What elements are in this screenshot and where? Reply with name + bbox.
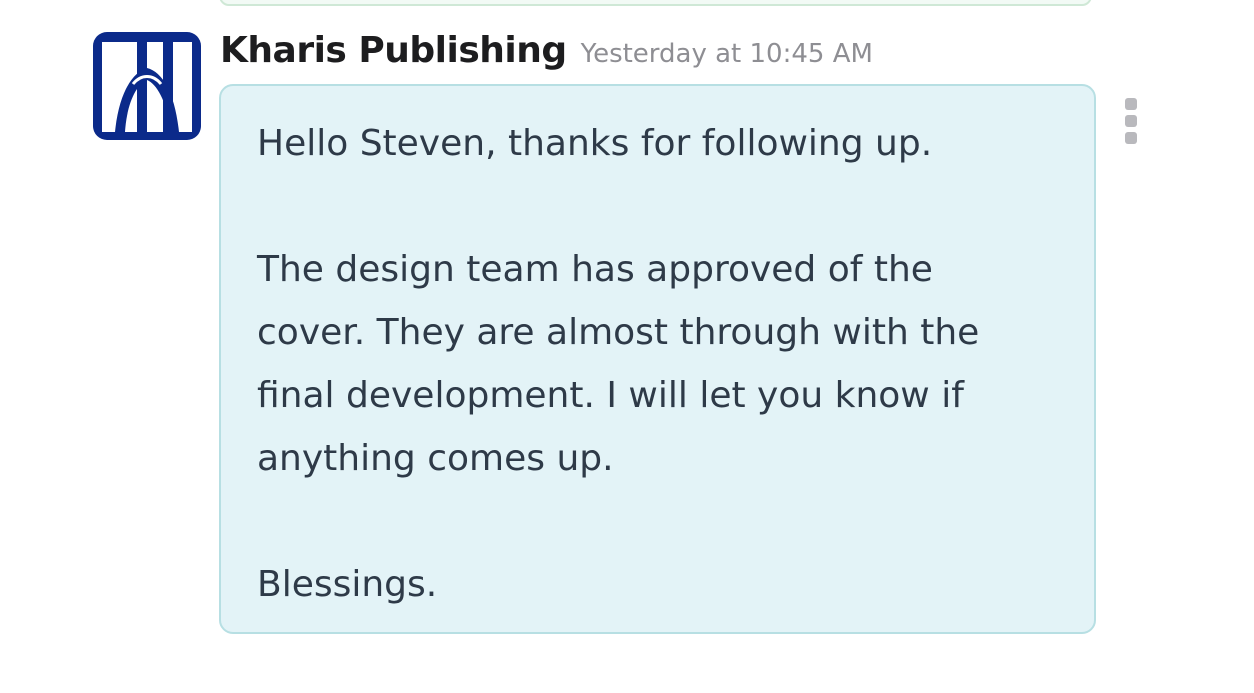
- vertical-ellipsis-icon[interactable]: [1124, 98, 1138, 144]
- message-paragraph-gap: [257, 175, 1064, 238]
- message-header: Kharis Publishing Yesterday at 10:45 AM: [220, 30, 873, 80]
- sender-avatar[interactable]: [93, 32, 201, 140]
- sender-name[interactable]: Kharis Publishing: [220, 30, 567, 71]
- message-line: The design team has approved of the: [257, 249, 933, 290]
- menu-dot: [1125, 115, 1137, 127]
- message-line: Hello Steven, thanks for following up.: [257, 123, 933, 164]
- message-line: Blessings.: [257, 564, 438, 605]
- message-bubble: Hello Steven, thanks for following up. T…: [219, 84, 1096, 634]
- menu-dot: [1125, 132, 1137, 144]
- message-paragraph-gap: [257, 490, 1064, 553]
- message-timestamp: Yesterday at 10:45 AM: [580, 39, 873, 69]
- message-line: anything comes up.: [257, 438, 614, 479]
- previous-message-bubble: [219, 0, 1092, 6]
- menu-dot: [1125, 98, 1137, 110]
- kharis-publishing-logo-icon: [93, 32, 201, 140]
- message-line: final development. I will let you know i…: [257, 375, 964, 416]
- message-line: cover. They are almost through with the: [257, 312, 980, 353]
